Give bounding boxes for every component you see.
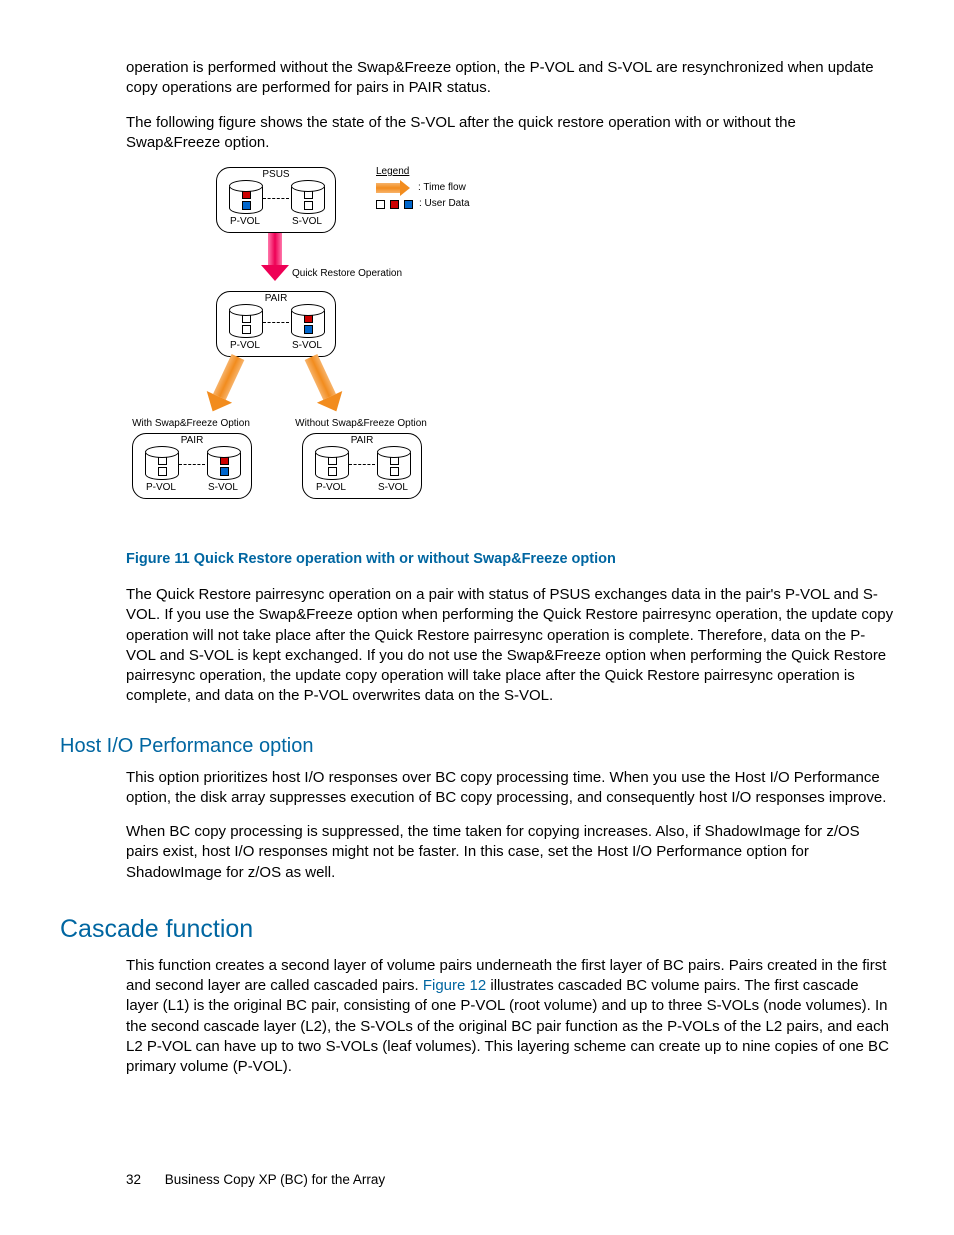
arrow-down-icon xyxy=(206,354,244,414)
pair-box-psus: PSUS P-VOL S-VOL xyxy=(216,167,336,233)
cylinder-icon: P-VOL xyxy=(145,446,177,493)
paragraph: The Quick Restore pairresync operation o… xyxy=(126,585,894,707)
operation-label: Quick Restore Operation xyxy=(292,269,402,279)
pair-box-pair: PAIR P-VOL S-VOL xyxy=(216,291,336,357)
figure-11-diagram: Legend : Time flow : User Data PSUS xyxy=(126,167,894,527)
legend-user-data: : User Data xyxy=(419,199,470,209)
paragraph: operation is performed without the Swap&… xyxy=(126,58,894,99)
svol-label: S-VOL xyxy=(377,483,409,493)
svol-label: S-VOL xyxy=(291,341,323,351)
cylinder-icon: S-VOL xyxy=(207,446,239,493)
xref-figure-12[interactable]: Figure 12 xyxy=(423,977,486,994)
pvol-label: P-VOL xyxy=(229,341,261,351)
page-footer: 32 Business Copy XP (BC) for the Array xyxy=(126,1172,385,1187)
pair-box-without-option: PAIR P-VOL S-VOL xyxy=(302,433,422,499)
pair-box-with-option: PAIR P-VOL S-VOL xyxy=(132,433,252,499)
user-data-swatches-icon xyxy=(376,200,413,209)
cylinder-icon: P-VOL xyxy=(315,446,347,493)
heading-host-io: Host I/O Performance option xyxy=(60,735,894,758)
cylinder-icon: S-VOL xyxy=(291,304,323,351)
paragraph: When BC copy processing is suppressed, t… xyxy=(126,822,894,883)
time-flow-arrow-icon xyxy=(376,183,400,193)
pvol-label: P-VOL xyxy=(145,483,177,493)
cylinder-icon: S-VOL xyxy=(291,180,323,227)
cylinder-icon: P-VOL xyxy=(229,180,261,227)
cylinder-icon: P-VOL xyxy=(229,304,261,351)
svol-label: S-VOL xyxy=(291,217,323,227)
legend-time-flow: : Time flow xyxy=(418,183,466,193)
status-label: PAIR xyxy=(133,436,251,446)
cylinder-icon: S-VOL xyxy=(377,446,409,493)
paragraph: This function creates a second layer of … xyxy=(126,956,894,1078)
arrow-down-icon xyxy=(305,354,343,414)
svol-label: S-VOL xyxy=(207,483,239,493)
status-label: PSUS xyxy=(217,170,335,180)
footer-title: Business Copy XP (BC) for the Array xyxy=(165,1172,385,1187)
status-label: PAIR xyxy=(303,436,421,446)
paragraph: This option prioritizes host I/O respons… xyxy=(126,768,894,809)
pvol-label: P-VOL xyxy=(315,483,347,493)
legend-title: Legend xyxy=(376,167,470,177)
status-label: PAIR xyxy=(217,294,335,304)
arrow-down-icon xyxy=(268,233,282,281)
figure-caption: Figure 11 Quick Restore operation with o… xyxy=(126,551,894,567)
pvol-label: P-VOL xyxy=(229,217,261,227)
with-option-label: With Swap&Freeze Option xyxy=(126,419,256,429)
without-option-label: Without Swap&Freeze Option xyxy=(286,419,436,429)
heading-cascade: Cascade function xyxy=(60,915,894,944)
paragraph: The following figure shows the state of … xyxy=(126,113,894,154)
page-number: 32 xyxy=(126,1172,141,1187)
